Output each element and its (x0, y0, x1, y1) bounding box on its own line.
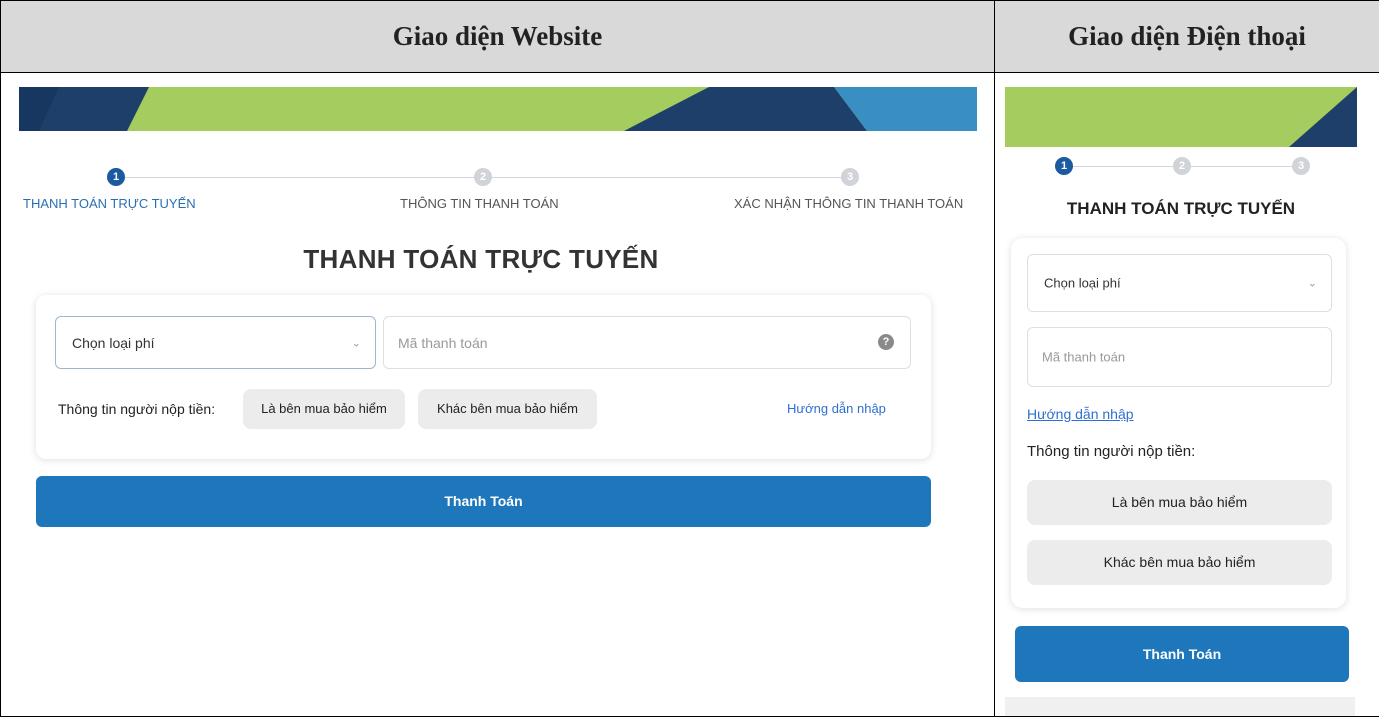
payment-code-input[interactable]: Mã thanh toán ? (383, 316, 911, 369)
header-banner (19, 87, 977, 131)
option-buyer-button[interactable]: Là bên mua bảo hiểm (243, 389, 405, 429)
payment-form-card: Chọn loại phí ⌄ Mã thanh toán Hướng dẫn … (1011, 238, 1346, 608)
step-3-label: XÁC NHẬN THÔNG TIN THANH TOÁN (734, 196, 964, 211)
website-column-header: Giao diện Website (0, 0, 995, 73)
page-title: THANH TOÁN TRỰC TUYẾN (1066, 199, 1296, 218)
input-guide-link[interactable]: Hướng dẫn nhập (1027, 406, 1134, 422)
step-1-indicator: 1 (1055, 157, 1073, 175)
fee-type-select[interactable]: Chọn loại phí ⌄ (1027, 254, 1332, 312)
pay-button[interactable]: Thanh Toán (1015, 626, 1349, 682)
step-2-label: THÔNG TIN THANH TOÁN (400, 196, 559, 211)
fee-type-select-value: Chọn loại phí (1044, 275, 1121, 291)
fee-type-select-value: Chọn loại phí (72, 334, 155, 351)
step-3-indicator: 3 (841, 168, 859, 186)
page-bottom-strip (1005, 697, 1355, 716)
step-3-indicator: 3 (1292, 157, 1310, 175)
chevron-down-icon: ⌄ (351, 337, 361, 349)
payment-code-placeholder: Mã thanh toán (398, 334, 488, 351)
phone-column-header: Giao diện Điện thoại (994, 0, 1379, 73)
step-1-label: THANH TOÁN TRỰC TUYẾN (23, 196, 196, 211)
option-other-button[interactable]: Khác bên mua bảo hiểm (418, 389, 597, 429)
input-guide-link[interactable]: Hướng dẫn nhập (787, 401, 886, 416)
header-banner (1005, 87, 1357, 147)
website-screenshot: 1 2 3 THANH TOÁN TRỰC TUYẾN THÔNG TIN TH… (1, 73, 994, 716)
option-other-button[interactable]: Khác bên mua bảo hiểm (1027, 540, 1332, 585)
step-2-indicator: 2 (1173, 157, 1191, 175)
option-buyer-button[interactable]: Là bên mua bảo hiểm (1027, 480, 1332, 525)
help-icon[interactable]: ? (878, 334, 894, 350)
page-title: THANH TOÁN TRỰC TUYẾN (303, 244, 659, 274)
comparison-table: Giao diện Website Giao diện Điện thoại 1 (0, 0, 1379, 717)
payment-form-card: Chọn loại phí ⌄ Mã thanh toán ? Thông ti… (36, 295, 931, 459)
payment-code-placeholder: Mã thanh toán (1042, 349, 1126, 365)
payer-info-label: Thông tin người nộp tiền: (58, 401, 216, 417)
payer-info-label: Thông tin người nộp tiền: (1027, 443, 1196, 460)
phone-screenshot: 1 2 3 THANH TOÁN TRỰC TUYẾN Chọn loại ph… (995, 73, 1379, 716)
payment-code-input[interactable]: Mã thanh toán (1027, 327, 1332, 387)
fee-type-select[interactable]: Chọn loại phí ⌄ (55, 316, 376, 369)
chevron-down-icon: ⌄ (1307, 277, 1317, 290)
step-1-indicator: 1 (107, 168, 125, 186)
step-2-indicator: 2 (474, 168, 492, 186)
pay-button[interactable]: Thanh Toán (36, 476, 931, 527)
